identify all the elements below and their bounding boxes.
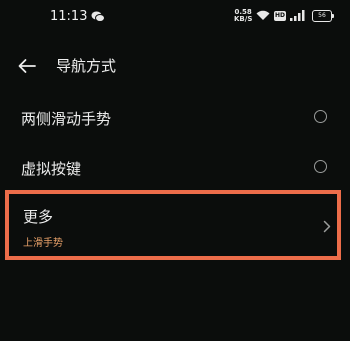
more-title: 更多	[23, 208, 54, 226]
wechat-icon	[91, 11, 105, 22]
signal-icon	[290, 10, 305, 21]
chevron-right-icon	[323, 220, 331, 233]
hd-icon: HD	[274, 11, 286, 21]
header: 导航方式	[0, 46, 350, 86]
status-time: 11:13	[50, 9, 88, 24]
option-virtual-keys[interactable]: 虚拟按键	[0, 150, 350, 186]
net-speed-unit: KB/S	[234, 15, 253, 23]
radio-button[interactable]	[314, 160, 327, 173]
wifi-icon	[256, 10, 270, 20]
more-subtitle: 上滑手势	[23, 238, 63, 249]
back-arrow-icon[interactable]	[16, 55, 38, 77]
option-side-swipe-gestures[interactable]: 两侧滑动手势	[0, 100, 350, 136]
more-options-item[interactable]: 更多 上滑手势	[5, 190, 341, 260]
net-speed-indicator: 0.58 KB/S	[234, 9, 252, 23]
battery-tip	[332, 14, 334, 18]
radio-button[interactable]	[314, 110, 327, 123]
battery-icon: 56	[312, 10, 332, 22]
option-label: 虚拟按键	[21, 160, 82, 178]
option-label: 两侧滑动手势	[21, 110, 112, 128]
page-title: 导航方式	[56, 57, 117, 75]
status-bar: 11:13 0.58 KB/S HD 56	[0, 0, 350, 36]
